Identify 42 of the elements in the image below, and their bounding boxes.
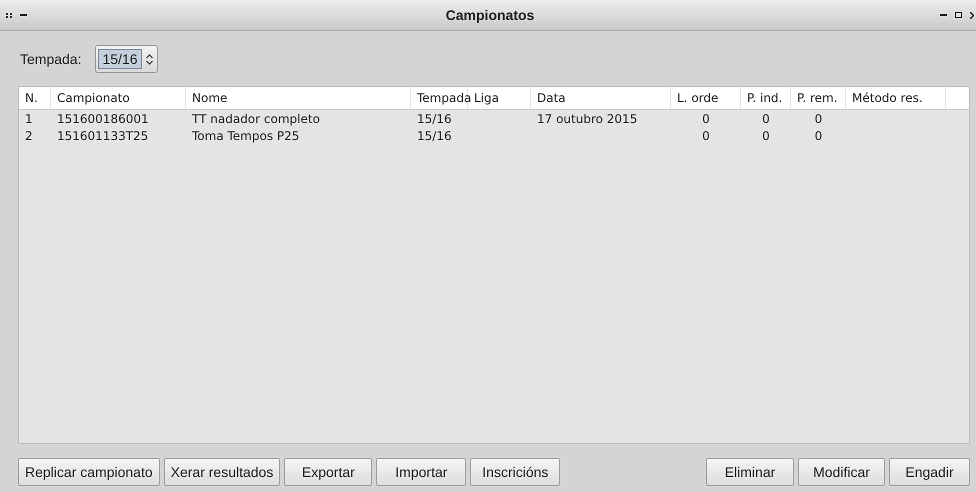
column-header[interactable]: Tempada (411, 87, 468, 109)
table-cell-text: 15/16 (416, 112, 453, 126)
grip-icon[interactable] (6, 12, 12, 18)
table-cell-text: 151600186001 (56, 112, 150, 126)
table-cell-text: 17 outubro 2015 (536, 112, 638, 126)
column-header[interactable]: P. rem. (791, 87, 846, 109)
table-cell-text: 0 (814, 112, 824, 126)
action-button[interactable]: Modificar (798, 458, 885, 486)
season-spinbox[interactable]: 15/16 (95, 45, 158, 73)
table-row[interactable]: 2 151601133T25 Toma Tempos P25 15/16 0 0 0 (19, 127, 969, 144)
action-button[interactable]: Engadir (889, 458, 970, 486)
column-header[interactable]: Método res. (846, 87, 946, 109)
spin-arrows-icon[interactable] (146, 54, 153, 64)
table-cell-text: 0 (761, 112, 771, 126)
table-cell-text: 0 (701, 128, 711, 142)
table-cell-text: 15/16 (416, 128, 453, 142)
column-header[interactable]: P. ind. (741, 87, 791, 109)
season-label: Tempada: (20, 51, 82, 67)
column-header[interactable]: L. orde (671, 87, 741, 109)
table-cell-text: 151601133T25 (56, 128, 150, 142)
table-cell-text: 0 (761, 128, 771, 142)
column-header[interactable]: N. (19, 87, 51, 109)
window-title: Campionatos (446, 7, 534, 23)
table-cell-text: 2 (24, 128, 34, 142)
minimize-icon[interactable] (20, 14, 27, 16)
column-header[interactable]: Campionato (51, 87, 186, 109)
maximize-icon[interactable] (955, 12, 962, 18)
table-cell-text: 1 (24, 112, 34, 126)
column-header[interactable]: Data (531, 87, 671, 109)
table-cell-text: TT nadador completo (191, 112, 321, 126)
table-cell-text: 0 (701, 112, 711, 126)
minimize-icon[interactable] (940, 14, 947, 16)
action-button[interactable]: Importar (376, 458, 466, 486)
action-button[interactable]: Xerar resultados (164, 458, 280, 486)
table-cell-text: 0 (814, 128, 824, 142)
action-button[interactable]: Eliminar (706, 458, 794, 486)
column-header[interactable]: Nome (186, 87, 411, 109)
table-row[interactable]: 1 151600186001 TT nadador completo 15/16 17 outubro 2015 0 0 0 (19, 110, 969, 127)
action-button[interactable]: Replicar campionato (18, 458, 160, 486)
action-button[interactable]: Exportar (284, 458, 372, 486)
action-button[interactable]: Inscricións (470, 458, 560, 486)
table-cell-text: Toma Tempos P25 (191, 128, 300, 142)
